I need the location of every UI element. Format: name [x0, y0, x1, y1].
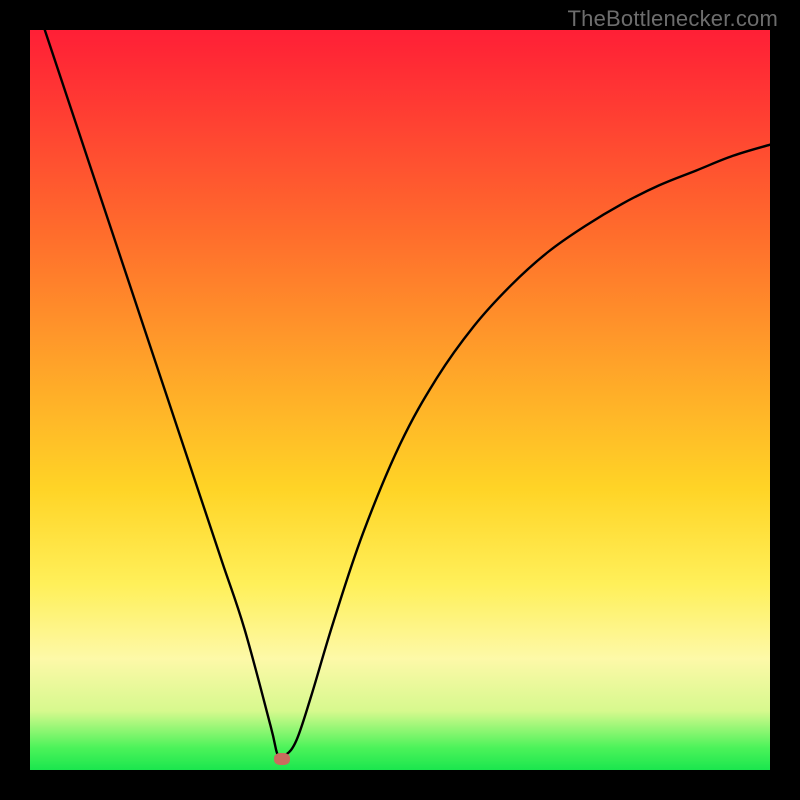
bottleneck-curve [30, 30, 770, 770]
plot-area [30, 30, 770, 770]
chart-frame: TheBottlenecker.com [0, 0, 800, 800]
attribution-label: TheBottlenecker.com [568, 6, 778, 32]
optimal-point-marker [274, 753, 290, 765]
